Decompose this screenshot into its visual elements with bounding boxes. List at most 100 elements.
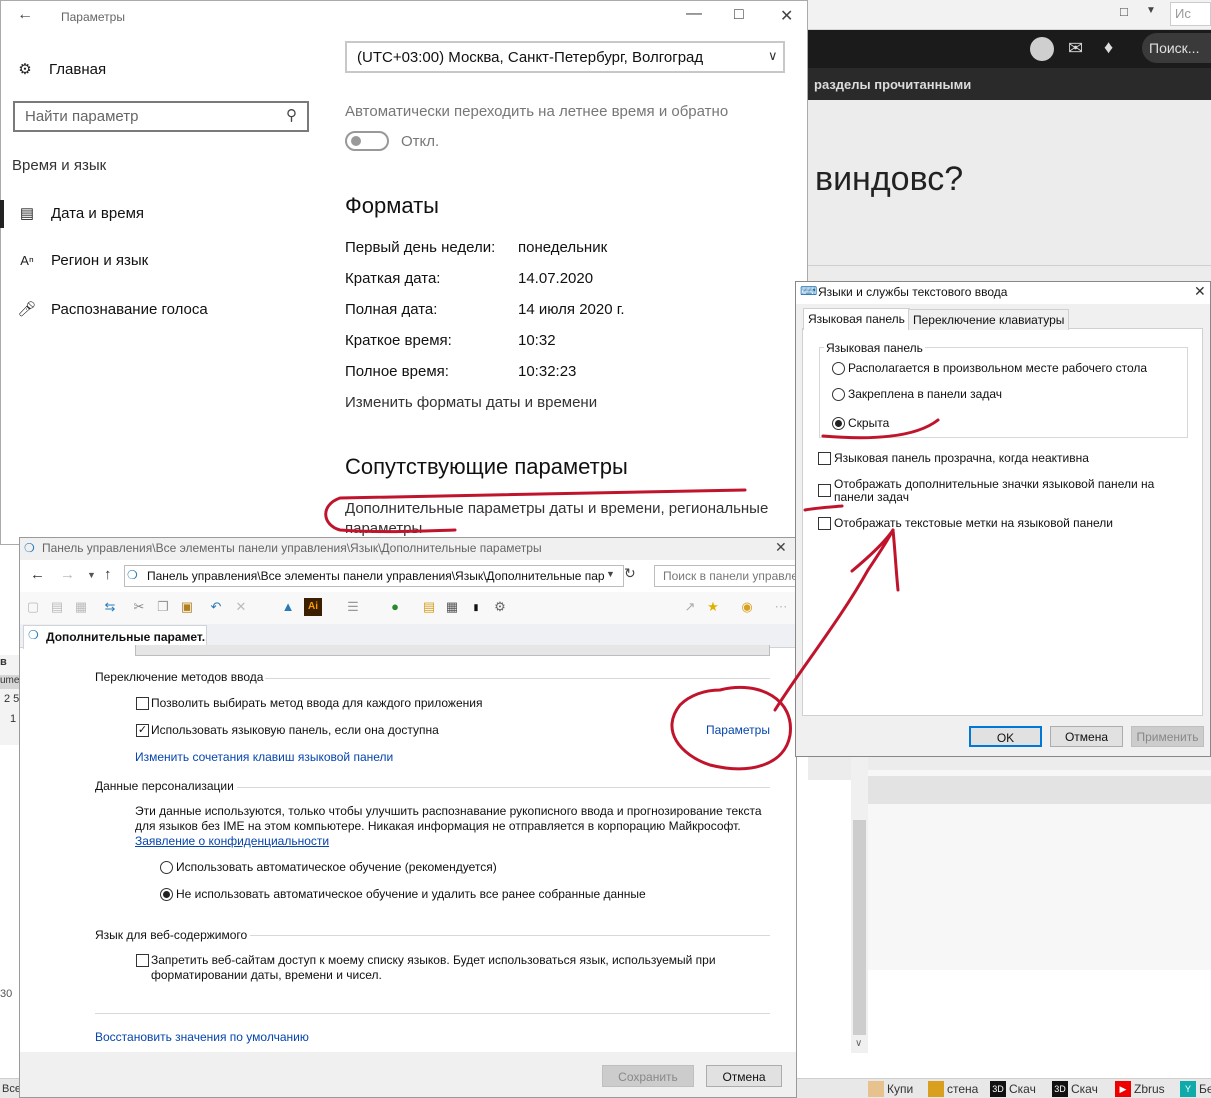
- checkbox-extra-icons[interactable]: [818, 484, 831, 497]
- mail-icon[interactable]: ✉: [1068, 38, 1083, 59]
- cmd-icon[interactable]: ▮: [467, 598, 485, 616]
- taskbar-item[interactable]: Купи: [868, 1080, 913, 1098]
- divider: [95, 1013, 770, 1014]
- related-heading: Сопутствующие параметры: [345, 454, 628, 479]
- browser-search-input[interactable]: Ис: [1170, 2, 1211, 26]
- checkbox-text-labels[interactable]: [818, 517, 831, 530]
- close-button[interactable]: ✕: [1194, 283, 1206, 300]
- hotkeys-link[interactable]: Изменить сочетания клавиш языковой панел…: [135, 750, 393, 764]
- up-arrow-icon[interactable]: ↑: [104, 566, 112, 583]
- avatar[interactable]: [1030, 37, 1054, 61]
- close-button[interactable]: ✕: [775, 539, 787, 556]
- radio-label: Использовать автоматическое обучение (ре…: [176, 860, 497, 874]
- chevron-down-icon[interactable]: ▼: [87, 570, 96, 580]
- partial-select[interactable]: [135, 645, 770, 656]
- refresh-icon[interactable]: ↻: [624, 565, 636, 582]
- checkbox-langbar[interactable]: ✓: [136, 724, 149, 737]
- sidebar-item-date-time[interactable]: ▤ Дата и время: [17, 204, 144, 223]
- delete-icon[interactable]: ✕: [232, 598, 250, 616]
- address-input[interactable]: Панель управления\Все элементы панели уп…: [124, 565, 624, 587]
- close-button[interactable]: ✕: [780, 6, 793, 26]
- chevron-down-icon[interactable]: ▼: [606, 569, 615, 579]
- browser-icon[interactable]: ◉: [738, 598, 756, 616]
- globe-icon[interactable]: ●: [386, 598, 404, 616]
- search-icon[interactable]: ⚲: [286, 106, 297, 124]
- radio-auto-learning[interactable]: [160, 861, 173, 874]
- taskbar-item[interactable]: стена: [928, 1080, 978, 1098]
- sidebar-item-speech[interactable]: 🎤︎ Распознавание голоса: [17, 300, 207, 319]
- divider: [250, 935, 770, 936]
- app-icon: [868, 1081, 884, 1097]
- save-button[interactable]: Сохранить: [602, 1065, 694, 1087]
- radio-label: Закреплена в панели задач: [848, 387, 1002, 401]
- star-icon[interactable]: ★: [704, 598, 722, 616]
- nav-home-label: Главная: [49, 60, 107, 78]
- dst-toggle-state: Откл.: [401, 133, 440, 150]
- related-link[interactable]: Дополнительные параметры даты и времени,…: [345, 500, 768, 517]
- change-formats-link[interactable]: Изменить форматы даты и времени: [345, 394, 597, 411]
- sync-icon[interactable]: ⇆: [101, 598, 119, 616]
- timezone-value: (UTC+03:00) Москва, Санкт-Петербург, Вол…: [357, 49, 704, 66]
- checkbox-per-app[interactable]: [136, 697, 149, 710]
- checkbox-label: панели задач: [834, 490, 909, 504]
- scroll-down-icon[interactable]: ∨: [855, 1038, 862, 1049]
- 3d-icon: 3D: [1052, 1081, 1068, 1097]
- document-icon[interactable]: ▤: [48, 598, 66, 616]
- illustrator-icon[interactable]: Ai: [304, 598, 322, 616]
- maximize-button[interactable]: □: [734, 6, 744, 24]
- back-arrow-icon[interactable]: ←: [17, 6, 33, 24]
- radio-no-auto-learning[interactable]: [160, 888, 173, 901]
- undo-icon[interactable]: ↶: [207, 598, 225, 616]
- site-search-button[interactable]: Поиск...: [1142, 33, 1211, 63]
- copy-document-icon[interactable]: ▦: [72, 598, 90, 616]
- checkbox-label: Использовать языковую панель, если она д…: [151, 723, 439, 737]
- sidebar-item-region[interactable]: Aⁿ Регион и язык: [17, 252, 148, 269]
- cancel-button[interactable]: Отмена: [706, 1065, 782, 1087]
- related-link-cont[interactable]: параметры: [345, 520, 422, 537]
- nav-home[interactable]: ⚙ Главная: [15, 60, 107, 79]
- new-icon[interactable]: ▢: [24, 598, 42, 616]
- copy-icon[interactable]: ❐: [154, 598, 172, 616]
- pin-icon[interactable]: ↗: [681, 598, 699, 616]
- bell-icon[interactable]: ♦: [1104, 37, 1113, 58]
- timezone-select[interactable]: (UTC+03:00) Москва, Санкт-Петербург, Вол…: [345, 41, 785, 73]
- tab-keyboard-switch[interactable]: Переключение клавиатуры: [908, 309, 1070, 330]
- properties-icon[interactable]: ▦: [443, 598, 461, 616]
- gear-icon[interactable]: ⚙: [491, 598, 509, 616]
- checkbox-web-languages[interactable]: [136, 954, 149, 967]
- apply-button[interactable]: Применить: [1131, 726, 1204, 747]
- minimize-button[interactable]: —: [686, 5, 702, 23]
- ok-button[interactable]: OK: [969, 726, 1042, 747]
- taskbar-item[interactable]: ▶ Zbrus: [1115, 1080, 1165, 1098]
- upload-icon[interactable]: ▲: [279, 598, 297, 616]
- bookmark-icon[interactable]: □: [1120, 4, 1128, 19]
- checkbox-transparent[interactable]: [818, 452, 831, 465]
- cancel-button[interactable]: Отмена: [1050, 726, 1123, 747]
- edge-fragment: 1: [10, 713, 17, 725]
- restore-defaults-link[interactable]: Восстановить значения по умолчанию: [95, 1030, 309, 1044]
- back-arrow-icon[interactable]: ←: [30, 566, 45, 583]
- more-icon[interactable]: ⋯: [772, 598, 790, 616]
- settings-search-input[interactable]: Найти параметр: [13, 101, 309, 132]
- forward-arrow-icon[interactable]: →: [60, 566, 75, 583]
- chevron-down-icon[interactable]: ▼: [1146, 5, 1156, 16]
- privacy-link[interactable]: Заявление о конфиденциальности: [135, 834, 329, 848]
- radio-hidden[interactable]: [832, 417, 845, 430]
- radio-floating[interactable]: [832, 362, 845, 375]
- scrollbar-thumb[interactable]: [853, 820, 866, 1035]
- paste-icon[interactable]: ▣: [178, 598, 196, 616]
- params-link[interactable]: Параметры: [706, 723, 770, 737]
- folder-icon[interactable]: ▤: [420, 598, 438, 616]
- cp-search-input[interactable]: Поиск в панели управле: [654, 565, 796, 587]
- taskbar-item[interactable]: 3D Скач: [1052, 1080, 1098, 1098]
- format-value: понедельник: [518, 239, 608, 256]
- address-text: Панель управления\Все элементы панели уп…: [147, 569, 605, 583]
- format-value: 10:32:23: [518, 363, 577, 380]
- radio-label: Располагается в произвольном месте рабоч…: [848, 361, 1148, 375]
- cut-icon[interactable]: ✂: [130, 598, 148, 616]
- taskbar-item[interactable]: 3D Скач: [990, 1080, 1036, 1098]
- radio-docked[interactable]: [832, 388, 845, 401]
- taskbar-item[interactable]: Y Бе: [1180, 1080, 1211, 1098]
- tab-language-bar[interactable]: Языковая панель: [803, 308, 910, 330]
- list-icon[interactable]: ☰: [344, 598, 362, 616]
